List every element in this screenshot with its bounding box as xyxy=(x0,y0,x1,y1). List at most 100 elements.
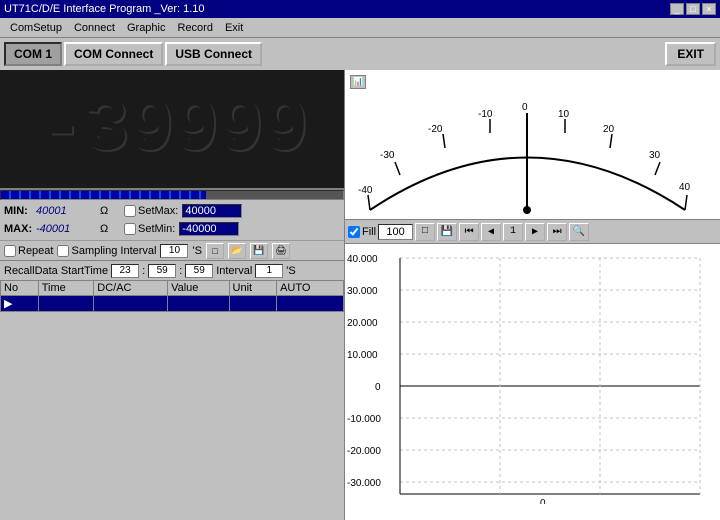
data-table: No Time DC/AC Value Unit AUTO ▶ xyxy=(0,280,344,312)
repeat-checkbox-label: Repeat xyxy=(4,245,53,257)
cell-value xyxy=(229,296,277,312)
setmax-input[interactable] xyxy=(182,204,242,218)
svg-text:20.000: 20.000 xyxy=(347,318,378,329)
setmin-checkbox[interactable] xyxy=(124,223,136,235)
svg-text:30.000: 30.000 xyxy=(347,286,378,297)
chart-value-input[interactable] xyxy=(378,224,413,240)
minmax-area: MIN: 40001 Ω SetMax: MAX: -40001 Ω SetMi… xyxy=(0,200,344,240)
col-auto: AUTO xyxy=(277,281,344,296)
fill-label: Fill xyxy=(362,226,376,238)
fill-checkbox-label: Fill xyxy=(348,226,376,238)
chart-page-num: 1 xyxy=(503,223,523,241)
recall-unit: 'S xyxy=(286,265,295,277)
chart-first-btn[interactable]: ⏮ xyxy=(459,223,479,241)
table-body: ▶ xyxy=(1,296,344,312)
cell-no xyxy=(38,296,94,312)
menu-connect[interactable]: Connect xyxy=(68,21,121,35)
table-row[interactable]: ▶ xyxy=(1,296,344,312)
recall-second[interactable] xyxy=(185,264,213,278)
chart-save-btn[interactable]: 💾 xyxy=(437,223,457,241)
usb-connect-button[interactable]: USB Connect xyxy=(165,42,262,66)
repeat-label: Repeat xyxy=(18,245,53,257)
chart-new-btn[interactable]: □ xyxy=(415,223,435,241)
starttime-label: StartTime xyxy=(61,265,108,277)
svg-text:10.000: 10.000 xyxy=(347,350,378,361)
svg-text:40: 40 xyxy=(679,182,691,193)
maximize-button[interactable]: □ xyxy=(686,3,700,15)
gauge-icon: 📊 xyxy=(350,75,366,89)
save-file-icon-btn[interactable]: 💾 xyxy=(250,243,268,259)
close-button[interactable]: × xyxy=(702,3,716,15)
svg-text:-10.000: -10.000 xyxy=(347,414,381,425)
main-content: -39999 MIN: 40001 Ω SetMax: MAX: -40001 … xyxy=(0,70,720,520)
chart-toolbar: Fill □ 💾 ⏮ ◀ 1 ▶ ⏭ 🔍 xyxy=(345,220,720,244)
chart-last-btn[interactable]: ⏭ xyxy=(547,223,567,241)
repeat-row: Repeat Sampling Interval 'S □ 📂 💾 🖨 xyxy=(0,240,344,260)
sampling-checkbox[interactable] xyxy=(57,245,69,257)
svg-text:0: 0 xyxy=(540,498,546,504)
svg-text:-30.000: -30.000 xyxy=(347,478,381,489)
col-dcac: DC/AC xyxy=(94,281,168,296)
gauge-svg: -40 -30 -20 -10 0 10 20 xyxy=(350,75,705,220)
recall-interval[interactable] xyxy=(255,264,283,278)
svg-text:-10: -10 xyxy=(478,109,493,120)
open-file-icon-btn[interactable]: 📂 xyxy=(228,243,246,259)
new-file-icon-btn[interactable]: □ xyxy=(206,243,224,259)
sampling-checkbox-label: Sampling Interval xyxy=(57,245,156,257)
setmax-checkbox[interactable] xyxy=(124,205,136,217)
recall-row: RecallData StartTime : : Interval 'S xyxy=(0,260,344,280)
repeat-checkbox[interactable] xyxy=(4,245,16,257)
progress-bar xyxy=(0,190,344,200)
progress-fill xyxy=(1,191,206,199)
left-panel: -39999 MIN: 40001 Ω SetMax: MAX: -40001 … xyxy=(0,70,345,520)
max-value: -40001 xyxy=(36,223,96,235)
sampling-interval-input[interactable] xyxy=(160,244,188,258)
com-connect-button[interactable]: COM Connect xyxy=(64,42,163,66)
col-no: No xyxy=(1,281,39,296)
menu-exit[interactable]: Exit xyxy=(219,21,249,35)
right-panel: 📊 -40 -30 -20 -10 0 xyxy=(345,70,720,520)
chart-zoom-btn[interactable]: 🔍 xyxy=(569,223,589,241)
exit-button[interactable]: EXIT xyxy=(665,42,716,66)
display-area: -39999 xyxy=(0,70,344,190)
col-time: Time xyxy=(38,281,94,296)
print-icon-btn[interactable]: 🖨 xyxy=(272,243,290,259)
svg-text:0: 0 xyxy=(522,102,528,113)
table-area: No Time DC/AC Value Unit AUTO ▶ xyxy=(0,280,344,520)
svg-text:-20: -20 xyxy=(428,124,443,135)
menu-comsetup[interactable]: ComSetup xyxy=(4,21,68,35)
cell-dcac xyxy=(168,296,229,312)
min-value: 40001 xyxy=(36,205,96,217)
setmax-label: SetMax: xyxy=(138,205,178,217)
setmin-label: SetMin: xyxy=(138,223,175,235)
window-title: UT71C/D/E Interface Program _Ver: 1.10 xyxy=(4,3,205,15)
toolbar: COM 1 COM Connect USB Connect EXIT xyxy=(0,38,720,70)
menu-graphic[interactable]: Graphic xyxy=(121,21,172,35)
svg-text:20: 20 xyxy=(603,124,615,135)
chart-area: 40.000 30.000 20.000 10.000 0 -10.000 -2… xyxy=(345,244,720,520)
recall-minute[interactable] xyxy=(148,264,176,278)
svg-text:-40: -40 xyxy=(358,185,373,196)
sampling-unit: 'S xyxy=(192,245,201,257)
max-label: MAX: xyxy=(4,223,32,235)
title-bar-buttons: _ □ × xyxy=(670,3,716,15)
fill-checkbox[interactable] xyxy=(348,226,360,238)
max-unit: Ω xyxy=(100,223,120,235)
setmin-input[interactable] xyxy=(179,222,239,236)
svg-text:10: 10 xyxy=(558,109,570,120)
col-unit: Unit xyxy=(229,281,277,296)
cell-arrow: ▶ xyxy=(1,296,39,312)
min-label: MIN: xyxy=(4,205,32,217)
setmin-checkbox-label: SetMin: xyxy=(124,223,175,235)
cell-time xyxy=(94,296,168,312)
svg-text:40.000: 40.000 xyxy=(347,254,378,265)
recall-hour[interactable] xyxy=(111,264,139,278)
svg-text:30: 30 xyxy=(649,150,661,161)
com1-button[interactable]: COM 1 xyxy=(4,42,62,66)
interval-label: Interval xyxy=(216,265,252,277)
chart-next-btn[interactable]: ▶ xyxy=(525,223,545,241)
menu-record[interactable]: Record xyxy=(172,21,219,35)
chart-prev-btn[interactable]: ◀ xyxy=(481,223,501,241)
menu-bar: ComSetup Connect Graphic Record Exit xyxy=(0,18,720,38)
minimize-button[interactable]: _ xyxy=(670,3,684,15)
